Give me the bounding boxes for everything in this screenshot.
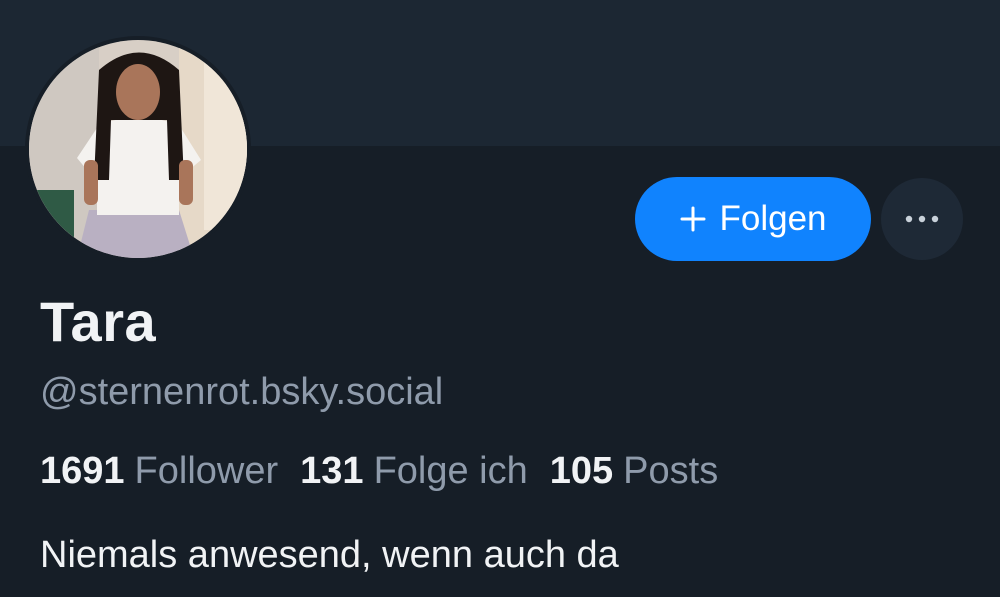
more-horizontal-icon (905, 215, 939, 223)
follow-button[interactable]: Folgen (635, 177, 871, 261)
profile-handle: @sternenrot.bsky.social (40, 371, 444, 413)
posts-count: 105 (549, 450, 614, 492)
avatar[interactable] (25, 36, 251, 262)
display-name: Tara (40, 290, 157, 353)
following-count: 131 (300, 450, 364, 492)
profile-bio: Niemals anwesend, wenn auch da (40, 534, 619, 576)
posts-label: Posts (623, 450, 719, 492)
followers-stat[interactable]: 1691 Follower (40, 446, 278, 496)
avatar-photo (29, 40, 247, 258)
following-stat[interactable]: 131 Folge ich (300, 446, 528, 496)
following-label: Folge ich (373, 450, 528, 492)
followers-label: Follower (134, 450, 279, 492)
profile-stats: 1691 Follower 131 Folge ich 105 Posts (40, 446, 740, 496)
followers-count: 1691 (40, 450, 125, 492)
posts-stat: 105 Posts (550, 446, 718, 496)
follow-button-label: Folgen (719, 199, 827, 238)
plus-icon (680, 206, 706, 232)
more-options-button[interactable] (881, 178, 963, 260)
